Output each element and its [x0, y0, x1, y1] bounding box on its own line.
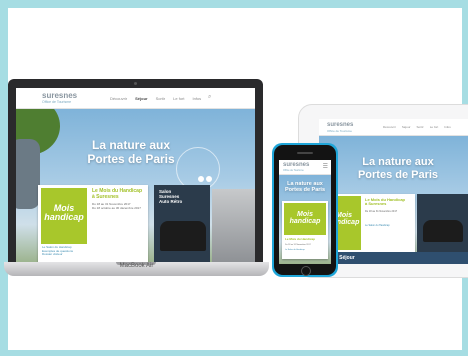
tablet-nav-item-1[interactable]: Découvrir	[383, 125, 396, 129]
laptop-nav: suresnes Office de Tourisme Découvrir Sé…	[16, 88, 255, 109]
frame-border-left	[0, 0, 8, 356]
tablet-hero: La nature aux Portes de Paris Mois handi…	[319, 136, 468, 264]
tablet-car-image	[423, 220, 463, 242]
phone-logo-tagline: Office de Tourisme	[283, 169, 304, 172]
laptop-logo-tagline: Office de Tourisme	[42, 100, 72, 104]
laptop-event-title-line2: à Suresnes	[92, 193, 119, 200]
phone-screen: suresnes Office de Tourisme ☰ La nature …	[279, 160, 331, 264]
phone-hero: La nature aux Portes de Paris Mois handi…	[279, 175, 331, 264]
laptop-feature-card[interactable]: Salon Suresnes Auto Rétro	[154, 185, 210, 263]
laptop-brand-label: MacBook Air	[119, 263, 154, 269]
laptop-website: suresnes Office de Tourisme Découvrir Sé…	[16, 88, 255, 263]
tablet-event-card[interactable]: Mois handicap Le Mois du Handicap à Sure…	[325, 194, 415, 252]
laptop-event-badge: Mois handicap	[41, 188, 87, 244]
tablet-website: suresnes Office de Tourisme Découvrir Sé…	[319, 119, 468, 264]
tablet-logo-tagline: Office de Tourisme	[327, 129, 352, 133]
laptop-nav-item-4[interactable]: Le fort	[173, 96, 184, 101]
phone-event-badge: Mois handicap	[284, 203, 326, 235]
tablet-nav-item-4[interactable]: Le fort	[430, 125, 439, 129]
laptop-nav-item-2[interactable]: Séjour	[135, 96, 147, 101]
tablet-event-date: Du 18 au 31 Novembre 2017	[365, 210, 398, 213]
tablet-screen: suresnes Office de Tourisme Découvrir Sé…	[319, 119, 468, 264]
laptop-event-date-2: Du 18 octobre au 30 décembre 2017	[92, 205, 141, 210]
phone-badge-line1: Mois	[297, 211, 313, 218]
phone-hero-title: La nature aux Portes de Paris	[281, 181, 329, 194]
tablet-event-link[interactable]: Le Salon du Handicap	[365, 224, 413, 227]
laptop-hero-title-line1: La nature aux	[91, 138, 171, 152]
tablet-nav-item-3[interactable]: Sortir	[417, 125, 424, 129]
phone-logo[interactable]: suresnes	[283, 162, 309, 168]
phone-event-date: Du 18 au 31 Novembre 2017	[285, 244, 311, 246]
tablet-nav-links: Découvrir Séjour Sortir Le fort Infos	[383, 125, 451, 129]
phone-event-card[interactable]: Mois handicap Le Mois du Handicap Du 18 …	[282, 201, 328, 259]
laptop-car-image	[160, 221, 206, 251]
phone-device: suresnes Office de Tourisme ☰ La nature …	[272, 143, 338, 277]
laptop-device: suresnes Office de Tourisme Découvrir Sé…	[8, 79, 263, 263]
facebook-icon[interactable]	[198, 176, 204, 182]
laptop-hero: La nature aux Portes de Paris Mois handi…	[16, 109, 255, 263]
phone-hero-title-line2: Portes de Paris	[284, 187, 326, 194]
tablet-event-title-line2: à Suresnes	[365, 201, 387, 207]
tablet-hero-title-line2: Portes de Paris	[357, 168, 439, 181]
tablet-bottom-strip: Idées Séjour	[319, 252, 468, 264]
tablet-logo[interactable]: suresnes	[327, 122, 353, 128]
tablet-nav-item-5[interactable]: Infos	[444, 125, 451, 129]
phone-body: suresnes Office de Tourisme ☰ La nature …	[274, 145, 336, 276]
laptop-nav-item-1[interactable]: Découvrir	[110, 96, 127, 101]
laptop-feature-line3: Auto Rétro	[159, 199, 183, 205]
laptop-camera	[134, 82, 137, 85]
phone-badge-line2: handicap	[289, 218, 321, 225]
laptop-nav-item-5[interactable]: Infos	[192, 96, 201, 101]
tablet-nav-item-2[interactable]: Séjour	[402, 125, 411, 129]
laptop-hero-title: La nature aux Portes de Paris	[72, 138, 190, 167]
laptop-event-link-3[interactable]: Dossier visiteur	[42, 253, 142, 257]
laptop-screen: suresnes Office de Tourisme Découvrir Sé…	[16, 88, 255, 263]
phone-home-button[interactable]	[301, 266, 311, 276]
tablet-feature-card[interactable]	[417, 194, 468, 252]
laptop-building	[16, 139, 40, 209]
tablet-hero-title: La nature aux Portes de Paris	[343, 156, 453, 181]
menu-icon[interactable]: ☰	[323, 163, 328, 170]
laptop-nav-links: Découvrir Séjour Sortir Le fort Infos	[110, 96, 201, 101]
phone-speaker	[297, 152, 313, 154]
phone-nav: suresnes Office de Tourisme ☰	[279, 160, 331, 175]
tablet-hero-title-line1: La nature aux	[362, 156, 434, 168]
phone-event-link[interactable]: Le Salon du Handicap	[285, 249, 327, 251]
laptop-nav-item-3[interactable]: Sortir	[156, 96, 166, 101]
phone-website: suresnes Office de Tourisme ☰ La nature …	[279, 160, 331, 264]
laptop-hero-title-line2: Portes de Paris	[87, 151, 175, 166]
laptop-event-card[interactable]: Mois handicap Le Mois du Handicap à Sure…	[38, 185, 148, 263]
tablet-nav: suresnes Office de Tourisme Découvrir Sé…	[319, 119, 468, 136]
laptop-badge-line2: handicap	[44, 212, 84, 222]
laptop-search-icon[interactable]: ⌕	[208, 94, 211, 101]
laptop-base: MacBook Air	[4, 262, 269, 276]
twitter-icon[interactable]	[206, 176, 212, 182]
laptop-logo[interactable]: suresnes	[42, 91, 77, 100]
frame-border-bottom	[0, 350, 468, 356]
frame-border-top	[0, 0, 468, 8]
phone-event-title: Le Mois du Handicap	[285, 237, 316, 241]
laptop-castle-image	[212, 189, 255, 263]
